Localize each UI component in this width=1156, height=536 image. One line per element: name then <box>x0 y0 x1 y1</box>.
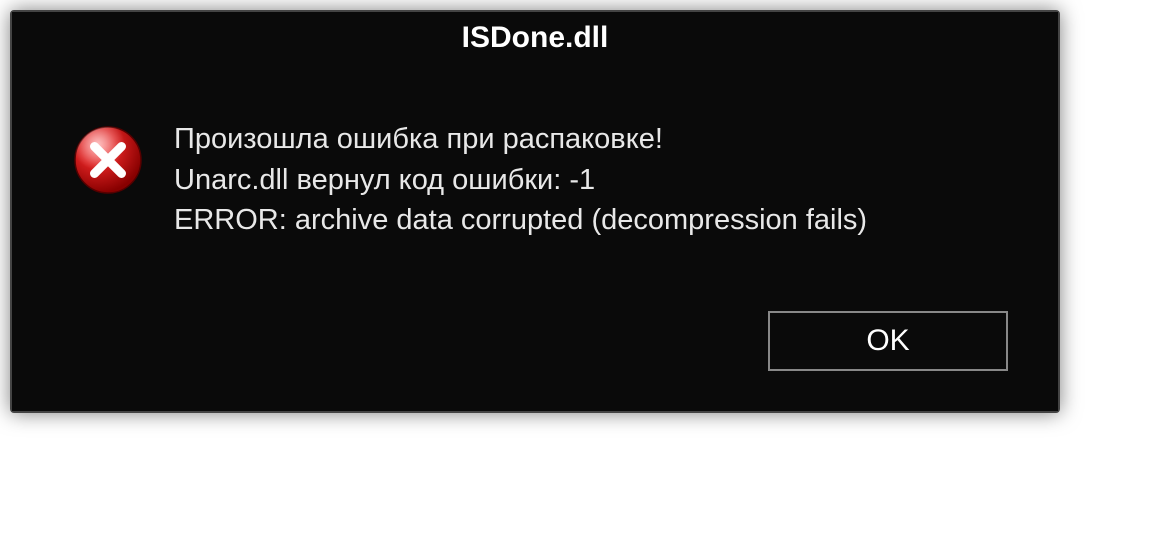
dialog-button-area: OK <box>12 291 1058 411</box>
dialog-content: Произошла ошибка при распаковке! Unarc.d… <box>12 64 1058 291</box>
dialog-titlebar: ISDone.dll <box>12 12 1058 64</box>
error-icon <box>72 124 144 201</box>
error-message: Произошла ошибка при распаковке! Unarc.d… <box>174 119 1018 241</box>
error-message-line-1: Произошла ошибка при распаковке! <box>174 119 1018 160</box>
error-dialog: ISDone.dll <box>10 10 1060 413</box>
ok-button[interactable]: OK <box>768 311 1008 371</box>
dialog-title: ISDone.dll <box>462 21 609 55</box>
error-message-line-2: Unarc.dll вернул код ошибки: -1 <box>174 160 1018 201</box>
error-message-line-3: ERROR: archive data corrupted (decompres… <box>174 200 1018 241</box>
